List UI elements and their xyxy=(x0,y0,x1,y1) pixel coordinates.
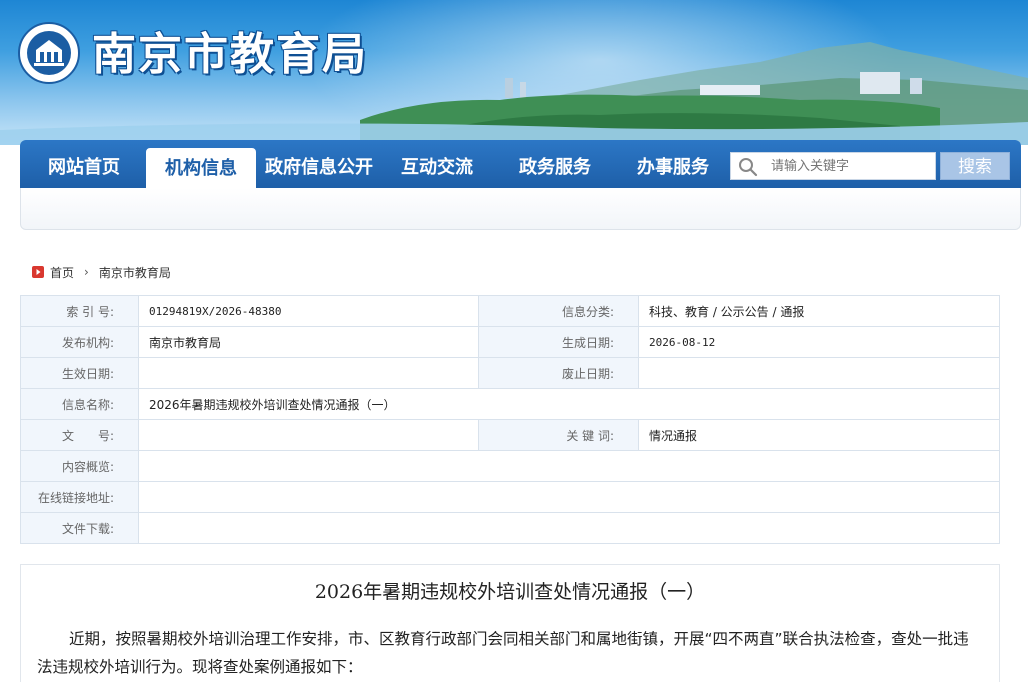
nav-institution-info[interactable]: 机构信息 xyxy=(146,148,256,188)
search-input[interactable] xyxy=(771,153,931,179)
sub-nav-bar xyxy=(20,188,1021,230)
repeal-date-value xyxy=(638,357,1000,389)
search-button[interactable]: 搜索 xyxy=(940,152,1010,180)
info-name-value: 2026年暑期违规校外培训查处情况通报（一） xyxy=(138,388,1000,420)
repeal-date-label: 废止日期: xyxy=(478,357,639,389)
index-label: 索 引 号: xyxy=(20,295,139,327)
info-name-label: 信息名称: xyxy=(20,388,139,420)
search-icon xyxy=(739,158,758,177)
file-download-label: 文件下载: xyxy=(20,512,139,544)
summary-value xyxy=(138,450,1000,482)
home-play-icon xyxy=(32,266,44,278)
doc-number-value xyxy=(138,419,479,451)
effective-date-label: 生效日期: xyxy=(20,357,139,389)
online-link-value[interactable] xyxy=(138,481,1000,513)
breadcrumb-home[interactable]: 首页 xyxy=(50,264,74,281)
publisher-value: 南京市教育局 xyxy=(138,326,479,358)
doc-number-label: 文 号: xyxy=(20,419,139,451)
breadcrumb: 首页 › 南京市教育局 xyxy=(32,262,171,282)
article-body: 近期，按照暑期校外培训治理工作安排，市、区教育行政部门会同相关部门和属地街镇，开… xyxy=(37,630,969,676)
keyword-value: 情况通报 xyxy=(638,419,1000,451)
file-download-value[interactable] xyxy=(138,512,1000,544)
keyword-label: 关 键 词: xyxy=(478,419,639,451)
category-value: 科技、教育 / 公示公告 / 通报 xyxy=(638,295,1000,327)
effective-date-value xyxy=(138,357,479,389)
table-row: 发布机构: 南京市教育局 生成日期: 2026-08-12 xyxy=(20,326,1000,358)
chevron-right-icon: › xyxy=(84,265,89,279)
table-row: 生效日期: 废止日期: xyxy=(20,357,1000,389)
table-row: 文件下载: xyxy=(20,512,1000,544)
main-nav: 网站首页 机构信息 政府信息公开 互动交流 政务服务 办事服务 搜索 xyxy=(20,140,1021,188)
category-label: 信息分类: xyxy=(478,295,639,327)
search-box xyxy=(730,152,936,180)
breadcrumb-current[interactable]: 南京市教育局 xyxy=(99,264,171,281)
article-panel: 2026年暑期违规校外培训查处情况通报（一） 近期，按照暑期校外培训治理工作安排… xyxy=(20,564,1000,682)
nav-gov-info-disclosure[interactable]: 政府信息公开 xyxy=(260,140,378,188)
site-title: 南京市教育局 xyxy=(92,29,368,80)
article-title: 2026年暑期违规校外培训查处情况通报（一） xyxy=(314,581,706,603)
header-banner: 南京市教育局 xyxy=(0,0,1028,145)
nav-home[interactable]: 网站首页 xyxy=(28,140,140,188)
index-value: 01294819X/2026-48380 xyxy=(138,295,479,327)
nav-affairs-services[interactable]: 办事服务 xyxy=(618,140,728,188)
created-date-value: 2026-08-12 xyxy=(638,326,1000,358)
table-row: 内容概览: xyxy=(20,450,1000,482)
summary-label: 内容概览: xyxy=(20,450,139,482)
table-row: 索 引 号: 01294819X/2026-48380 信息分类: 科技、教育 … xyxy=(20,295,1000,327)
online-link-label: 在线链接地址: xyxy=(20,481,139,513)
table-row: 文 号: 关 键 词: 情况通报 xyxy=(20,419,1000,451)
nav-interaction[interactable]: 互动交流 xyxy=(382,140,492,188)
publisher-label: 发布机构: xyxy=(20,326,139,358)
nav-gov-services[interactable]: 政务服务 xyxy=(500,140,610,188)
table-row: 在线链接地址: xyxy=(20,481,1000,513)
table-row: 信息名称: 2026年暑期违规校外培训查处情况通报（一） xyxy=(20,388,1000,420)
education-bureau-logo xyxy=(18,22,80,84)
created-date-label: 生成日期: xyxy=(478,326,639,358)
info-metadata-table: 索 引 号: 01294819X/2026-48380 信息分类: 科技、教育 … xyxy=(20,295,1000,544)
